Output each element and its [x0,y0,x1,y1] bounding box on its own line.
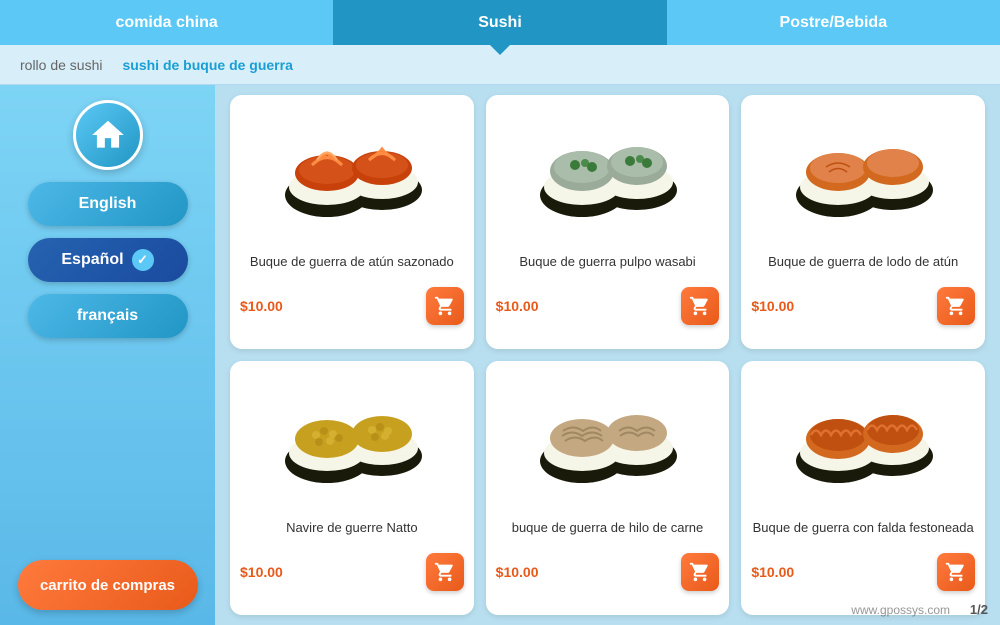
add-to-cart-button-1[interactable] [426,287,464,325]
add-to-cart-button-2[interactable] [681,287,719,325]
main-layout: English Español ✓ français carrito de co… [0,85,1000,625]
language-label-english: English [79,195,137,213]
selected-check-icon: ✓ [132,249,154,271]
product-card-3: Buque de guerra de lodo de atún $10.00 [741,95,985,349]
product-card-4: Navire de guerre Natto $10.00 [230,361,474,615]
product-name-2: Buque de guerra pulpo wasabi [519,243,695,279]
add-to-cart-button-6[interactable] [937,553,975,591]
product-footer-4: $10.00 [240,553,464,591]
product-footer-1: $10.00 [240,287,464,325]
tab-postre-bebida[interactable]: Postre/Bebida [667,0,1000,45]
product-name-4: Navire de guerre Natto [286,509,418,545]
language-label-espanol: Español [61,251,123,269]
product-price-4: $10.00 [240,564,283,580]
subnav-sushi-de-buque[interactable]: sushi de buque de guerra [123,57,293,73]
product-image-1 [240,105,464,235]
cart-button[interactable]: carrito de compras [18,560,198,610]
tab-comida-china[interactable]: comida china [0,0,333,45]
language-button-english[interactable]: English [28,182,188,226]
cart-icon-5 [689,561,711,583]
language-label-francais: français [77,307,138,325]
cart-label: carrito de compras [40,577,175,594]
cart-icon-6 [945,561,967,583]
product-grid: Buque de guerra de atún sazonado $10.00 [215,85,1000,625]
cart-icon-4 [434,561,456,583]
product-price-5: $10.00 [496,564,539,580]
product-name-6: Buque de guerra con falda festoneada [753,509,974,545]
product-name-1: Buque de guerra de atún sazonado [250,243,454,279]
product-footer-3: $10.00 [751,287,975,325]
add-to-cart-button-3[interactable] [937,287,975,325]
top-navigation: comida china Sushi Postre/Bebida [0,0,1000,45]
product-image-6 [751,371,975,501]
cart-icon-2 [689,295,711,317]
product-image-5 [496,371,720,501]
product-card-1: Buque de guerra de atún sazonado $10.00 [230,95,474,349]
add-to-cart-button-5[interactable] [681,553,719,591]
product-card-2: Buque de guerra pulpo wasabi $10.00 [486,95,730,349]
subnav-rollo-de-sushi[interactable]: rollo de sushi [20,57,103,73]
tab-sushi[interactable]: Sushi [333,0,666,45]
language-button-espanol[interactable]: Español ✓ [28,238,188,282]
home-button[interactable] [73,100,143,170]
product-footer-2: $10.00 [496,287,720,325]
product-price-6: $10.00 [751,564,794,580]
product-name-5: buque de guerra de hilo de carne [512,509,704,545]
product-image-4 [240,371,464,501]
home-icon [89,116,127,154]
product-footer-6: $10.00 [751,553,975,591]
product-image-3 [751,105,975,235]
cart-icon-1 [434,295,456,317]
product-card-6: Buque de guerra con falda festoneada $10… [741,361,985,615]
pagination: 1/2 [970,602,988,617]
language-button-francais[interactable]: français [28,294,188,338]
product-footer-5: $10.00 [496,553,720,591]
product-name-3: Buque de guerra de lodo de atún [768,243,958,279]
sidebar: English Español ✓ français carrito de co… [0,85,215,625]
watermark: www.gpossys.com [851,603,950,617]
product-card-5: buque de guerra de hilo de carne $10.00 [486,361,730,615]
add-to-cart-button-4[interactable] [426,553,464,591]
cart-icon-3 [945,295,967,317]
product-image-2 [496,105,720,235]
product-price-1: $10.00 [240,298,283,314]
product-price-2: $10.00 [496,298,539,314]
product-price-3: $10.00 [751,298,794,314]
